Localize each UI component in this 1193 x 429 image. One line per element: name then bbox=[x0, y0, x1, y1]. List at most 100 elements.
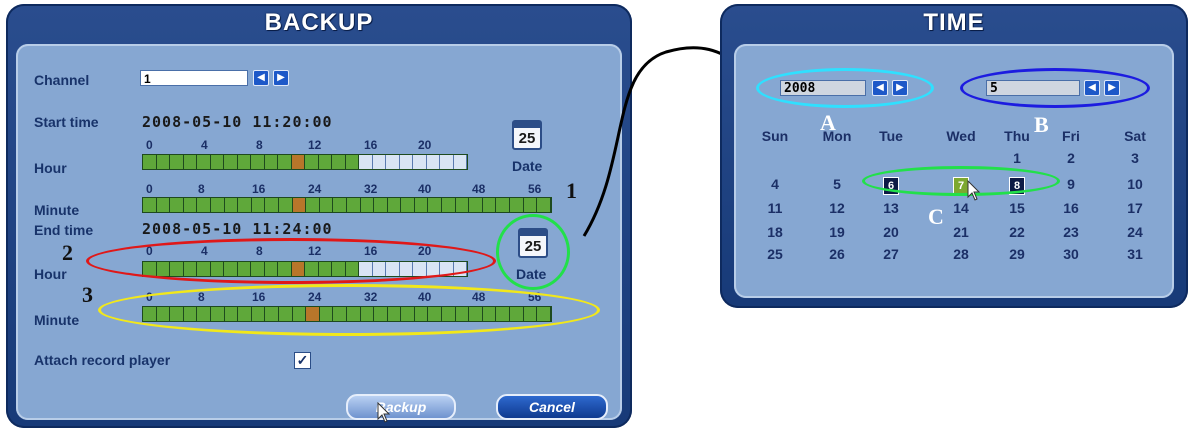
timeline-segment[interactable] bbox=[238, 198, 252, 212]
channel-input[interactable]: 1 bbox=[140, 70, 248, 86]
timeline-segment[interactable] bbox=[156, 198, 171, 212]
timeline-segment[interactable] bbox=[359, 155, 373, 169]
timeline-segment[interactable] bbox=[306, 198, 320, 212]
timeline-segment[interactable] bbox=[426, 155, 440, 169]
weekday-header: Sat bbox=[1124, 128, 1146, 144]
calendar-day[interactable]: 11 bbox=[752, 200, 798, 216]
calendar-day[interactable]: 12 bbox=[814, 200, 860, 216]
timeline-segment[interactable] bbox=[482, 198, 497, 212]
calendar-day[interactable]: 16 bbox=[1048, 200, 1094, 216]
timeline-segment[interactable] bbox=[345, 155, 359, 169]
timeline-segment[interactable] bbox=[251, 155, 265, 169]
cancel-button[interactable]: Cancel bbox=[496, 394, 608, 420]
calendar-day[interactable]: 15 bbox=[994, 200, 1040, 216]
timeline-segment[interactable] bbox=[523, 198, 538, 212]
timeline-segment[interactable] bbox=[442, 198, 456, 212]
calendar-day[interactable]: 13 bbox=[868, 200, 914, 216]
calendar-day[interactable]: 2 bbox=[1048, 150, 1094, 166]
timeline-segment[interactable] bbox=[414, 198, 429, 212]
channel-next-arrow-icon[interactable]: ▶ bbox=[273, 70, 289, 86]
timeline-segment[interactable] bbox=[455, 198, 470, 212]
timeline-segment[interactable] bbox=[387, 198, 402, 212]
timeline-segment[interactable] bbox=[332, 155, 346, 169]
calendar-day[interactable]: 10 bbox=[1112, 176, 1158, 192]
annotation-ring-end-hour bbox=[86, 238, 496, 284]
calendar-day[interactable]: 4 bbox=[752, 176, 798, 192]
timeline-segment[interactable] bbox=[333, 198, 347, 212]
timeline-segment[interactable] bbox=[197, 155, 211, 169]
attach-record-player-checkbox[interactable]: ✓ bbox=[294, 352, 311, 369]
timeline-segment[interactable] bbox=[469, 198, 483, 212]
timeline-segment[interactable] bbox=[264, 155, 278, 169]
calendar-day[interactable]: 26 bbox=[814, 246, 860, 262]
timeline-segment[interactable] bbox=[496, 198, 511, 212]
timeline-segment[interactable] bbox=[537, 198, 551, 212]
timeline-segment[interactable] bbox=[197, 198, 211, 212]
calendar-day[interactable]: 25 bbox=[752, 246, 798, 262]
timeline-segment[interactable] bbox=[319, 198, 334, 212]
calendar-day[interactable]: 17 bbox=[1112, 200, 1158, 216]
timeline-segment[interactable] bbox=[413, 155, 427, 169]
start-hour-label: Hour bbox=[34, 160, 67, 176]
timeline-segment[interactable] bbox=[453, 155, 467, 169]
timeline-segment[interactable] bbox=[224, 198, 239, 212]
end-minute-label: Minute bbox=[34, 312, 80, 328]
timeline-segment[interactable] bbox=[278, 198, 293, 212]
timeline-segment[interactable] bbox=[237, 155, 251, 169]
timeline-segment[interactable] bbox=[346, 198, 361, 212]
timeline-segment[interactable] bbox=[278, 155, 292, 169]
timeline-segment[interactable] bbox=[292, 198, 307, 212]
calendar-day[interactable]: 3 bbox=[1112, 150, 1158, 166]
timeline-segment[interactable] bbox=[401, 198, 415, 212]
timeline-segment[interactable] bbox=[143, 198, 157, 212]
timeline-segment[interactable] bbox=[183, 198, 198, 212]
timeline-segment[interactable] bbox=[210, 198, 225, 212]
channel-label: Channel bbox=[34, 72, 90, 88]
timeline-segment[interactable] bbox=[374, 198, 388, 212]
calendar-day[interactable]: 1 bbox=[994, 150, 1040, 166]
start-time-value[interactable]: 2008-05-10 11:20:00 bbox=[142, 113, 333, 131]
timeline-segment[interactable] bbox=[143, 155, 157, 169]
timeline-segment[interactable] bbox=[440, 155, 454, 169]
start-date-label: Date bbox=[512, 158, 543, 174]
calendar-day[interactable]: 19 bbox=[814, 224, 860, 240]
timeline-segment[interactable] bbox=[428, 198, 443, 212]
timeline-segment[interactable] bbox=[265, 198, 279, 212]
timeline-segment[interactable] bbox=[156, 155, 170, 169]
calendar-day[interactable]: 18 bbox=[752, 224, 798, 240]
timeline-segment[interactable] bbox=[224, 155, 238, 169]
backup-dialog-title: BACKUP bbox=[264, 9, 374, 36]
calendar-day[interactable]: 29 bbox=[994, 246, 1040, 262]
timeline-segment[interactable] bbox=[386, 155, 400, 169]
calendar-day[interactable]: 21 bbox=[938, 224, 984, 240]
calendar-day[interactable]: 30 bbox=[1048, 246, 1094, 262]
timeline-segment[interactable] bbox=[360, 198, 375, 212]
backup-button[interactable]: Backup bbox=[346, 394, 456, 420]
channel-prev-arrow-icon[interactable]: ◀ bbox=[253, 70, 269, 86]
calendar-day[interactable]: 23 bbox=[1048, 224, 1094, 240]
end-time-value[interactable]: 2008-05-10 11:24:00 bbox=[142, 220, 333, 238]
timeline-segment[interactable] bbox=[251, 198, 266, 212]
timeline-segment[interactable] bbox=[170, 155, 184, 169]
start-hour-bar[interactable] bbox=[142, 154, 468, 170]
timeline-segment[interactable] bbox=[305, 155, 319, 169]
timeline-segment[interactable] bbox=[510, 198, 524, 212]
timeline-segment[interactable] bbox=[399, 155, 413, 169]
timeline-segment[interactable] bbox=[170, 198, 184, 212]
start-date-calendar-icon[interactable]: 25 bbox=[512, 120, 542, 150]
timeline-segment[interactable] bbox=[210, 155, 224, 169]
calendar-day[interactable]: 27 bbox=[868, 246, 914, 262]
calendar-day[interactable]: 5 bbox=[814, 176, 860, 192]
timeline-segment[interactable] bbox=[318, 155, 332, 169]
timeline-segment[interactable] bbox=[183, 155, 197, 169]
timeline-segment[interactable] bbox=[372, 155, 386, 169]
calendar-day[interactable]: 20 bbox=[868, 224, 914, 240]
calendar-day[interactable]: 22 bbox=[994, 224, 1040, 240]
start-minute-bar[interactable] bbox=[142, 197, 552, 213]
calendar-day[interactable]: 31 bbox=[1112, 246, 1158, 262]
calendar-day[interactable]: 24 bbox=[1112, 224, 1158, 240]
minute-tick: 32 bbox=[364, 182, 378, 196]
weekday-header: Sun bbox=[761, 128, 789, 144]
calendar-day[interactable]: 28 bbox=[938, 246, 984, 262]
timeline-segment[interactable] bbox=[291, 155, 305, 169]
